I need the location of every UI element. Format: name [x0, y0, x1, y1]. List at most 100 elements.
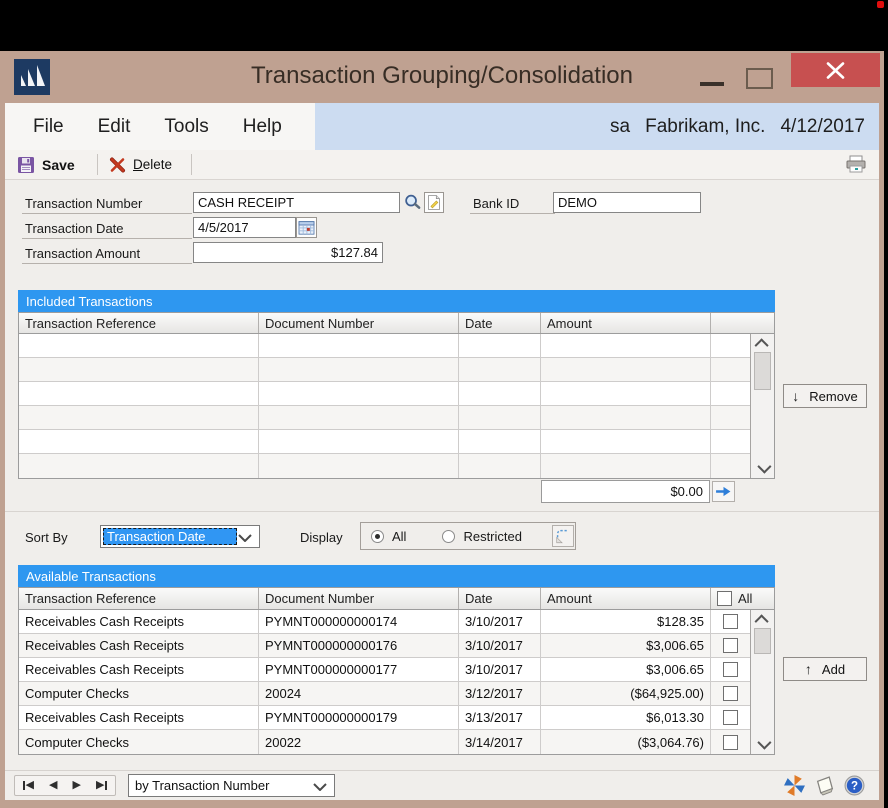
- calendar-button[interactable]: [296, 217, 317, 238]
- first-record-button[interactable]: ◀: [23, 780, 34, 791]
- svg-text:?: ?: [851, 781, 858, 793]
- scroll-down-icon[interactable]: [751, 736, 774, 752]
- column-empty: [711, 313, 774, 333]
- session-date[interactable]: 4/12/2017: [780, 116, 865, 138]
- row-checkbox[interactable]: [723, 686, 738, 701]
- transaction-amount-label: Transaction Amount: [25, 243, 140, 263]
- save-button[interactable]: Save: [11, 152, 81, 177]
- field-separator: [470, 213, 555, 214]
- table-row-empty[interactable]: [19, 334, 750, 358]
- available-vertical-scrollbar[interactable]: [750, 610, 774, 754]
- maximize-button[interactable]: [744, 66, 774, 90]
- menu-edit[interactable]: Edit: [98, 116, 131, 138]
- field-separator: [22, 238, 192, 239]
- table-row-empty[interactable]: [19, 454, 750, 478]
- included-total-field[interactable]: $0.00: [541, 480, 710, 503]
- magnifier-icon: [403, 193, 422, 212]
- menu-file[interactable]: File: [33, 116, 64, 138]
- transaction-date-field[interactable]: 4/5/2017: [193, 217, 296, 238]
- close-button[interactable]: [791, 53, 880, 87]
- row-checkbox[interactable]: [723, 638, 738, 653]
- remove-button[interactable]: ↓ Remove: [783, 384, 867, 408]
- minimize-button[interactable]: [696, 65, 728, 91]
- scroll-up-icon[interactable]: [751, 336, 774, 352]
- workflow-button[interactable]: [783, 774, 806, 802]
- up-arrow-icon: ↑: [805, 661, 812, 677]
- menu-help[interactable]: Help: [243, 116, 282, 138]
- table-row[interactable]: Computer Checks200243/12/2017($64,925.00…: [19, 682, 750, 706]
- scrollbar-thumb[interactable]: [754, 628, 771, 654]
- scrollbar-thumb[interactable]: [754, 352, 771, 390]
- radio-restricted[interactable]: [442, 530, 455, 543]
- display-label: Display: [300, 527, 343, 547]
- available-table-body: Receivables Cash ReceiptsPYMNT0000000001…: [18, 610, 775, 755]
- column-document-number[interactable]: Document Number: [259, 313, 459, 333]
- row-checkbox[interactable]: [723, 710, 738, 725]
- table-row-empty[interactable]: [19, 406, 750, 430]
- radio-all-label: All: [392, 529, 406, 544]
- table-row-empty[interactable]: [19, 382, 750, 406]
- bank-id-field[interactable]: DEMO: [553, 192, 701, 213]
- transaction-amount-field[interactable]: $127.84: [193, 242, 383, 263]
- menu-tools[interactable]: Tools: [164, 116, 208, 138]
- included-table-body: [18, 334, 775, 479]
- sort-by-selected-value: Transaction Date: [103, 528, 237, 545]
- row-checkbox[interactable]: [723, 735, 738, 750]
- bank-id-label: Bank ID: [473, 193, 519, 213]
- add-label: Add: [822, 662, 845, 677]
- scroll-down-icon[interactable]: [751, 460, 774, 476]
- notes-button[interactable]: [814, 775, 836, 801]
- floppy-disk-icon: [17, 156, 35, 174]
- previous-record-button[interactable]: ◀: [49, 780, 57, 791]
- table-row-empty[interactable]: [19, 430, 750, 454]
- column-transaction-reference[interactable]: Transaction Reference: [19, 588, 259, 609]
- next-record-button[interactable]: ▶: [73, 780, 81, 791]
- minimize-icon: [700, 82, 724, 86]
- sort-by-dropdown[interactable]: Transaction Date: [100, 525, 260, 548]
- view-by-dropdown[interactable]: by Transaction Number: [128, 774, 335, 797]
- row-checkbox[interactable]: [723, 662, 738, 677]
- add-button[interactable]: ↑ Add: [783, 657, 867, 681]
- help-icon: ?: [844, 775, 865, 796]
- toolbar-separator: [97, 154, 98, 175]
- pinwheel-icon: [783, 774, 806, 797]
- delete-button[interactable]: Delete: [103, 152, 178, 177]
- session-user[interactable]: sa: [610, 116, 630, 138]
- column-amount[interactable]: Amount: [541, 313, 711, 333]
- toolbar-separator: [191, 154, 192, 175]
- table-row[interactable]: Receivables Cash ReceiptsPYMNT0000000001…: [19, 610, 750, 634]
- menu-items: File Edit Tools Help: [5, 103, 315, 150]
- table-row[interactable]: Receivables Cash ReceiptsPYMNT0000000001…: [19, 658, 750, 682]
- select-all-checkbox[interactable]: [717, 591, 732, 606]
- print-button[interactable]: [845, 155, 867, 174]
- column-document-number[interactable]: Document Number: [259, 588, 459, 609]
- maximize-icon: [746, 68, 773, 89]
- session-company[interactable]: Fabrikam, Inc.: [645, 116, 765, 138]
- help-button[interactable]: ?: [844, 775, 865, 801]
- table-row-empty[interactable]: [19, 358, 750, 382]
- column-date[interactable]: Date: [459, 313, 541, 333]
- row-checkbox[interactable]: [723, 614, 738, 629]
- column-transaction-reference[interactable]: Transaction Reference: [19, 313, 259, 333]
- close-icon: [826, 62, 845, 79]
- radio-all[interactable]: [371, 530, 384, 543]
- available-table-header: Transaction Reference Document Number Da…: [18, 587, 775, 610]
- table-row[interactable]: Receivables Cash ReceiptsPYMNT0000000001…: [19, 706, 750, 730]
- column-amount[interactable]: Amount: [541, 588, 711, 609]
- remove-label: Remove: [809, 389, 857, 404]
- last-record-button[interactable]: ▶: [96, 780, 107, 791]
- record-navigation: ◀ ◀ ▶ ▶: [14, 775, 116, 796]
- expand-total-button[interactable]: [712, 481, 735, 502]
- toolbar: Save Delete: [5, 150, 879, 180]
- display-expansion-button[interactable]: [552, 525, 574, 547]
- note-button[interactable]: [424, 192, 444, 213]
- scroll-up-icon[interactable]: [751, 612, 774, 628]
- column-date[interactable]: Date: [459, 588, 541, 609]
- calendar-icon: [298, 220, 315, 235]
- table-row[interactable]: Receivables Cash ReceiptsPYMNT0000000001…: [19, 634, 750, 658]
- included-vertical-scrollbar[interactable]: [750, 334, 774, 478]
- table-row[interactable]: Computer Checks200223/14/2017($3,064.76): [19, 730, 750, 754]
- transaction-number-field[interactable]: CASH RECEIPT: [193, 192, 400, 213]
- sort-by-label: Sort By: [25, 527, 68, 547]
- lookup-button[interactable]: [402, 192, 422, 213]
